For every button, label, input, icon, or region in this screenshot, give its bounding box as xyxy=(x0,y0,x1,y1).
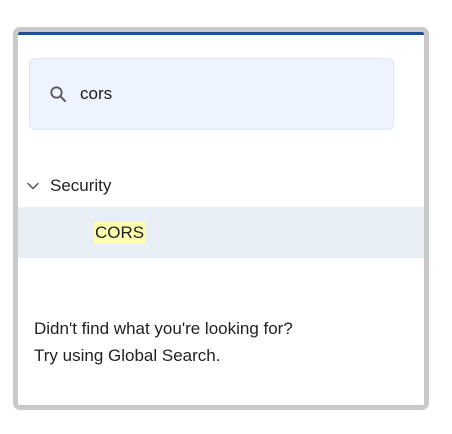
global-search-hint: Try using Global Search. xyxy=(34,346,221,365)
quick-find-panel: Security CORS Didn't find what you're lo… xyxy=(13,27,429,410)
search-icon xyxy=(48,84,68,104)
quick-find-search-box[interactable] xyxy=(29,58,394,130)
tree-item-cors[interactable]: CORS xyxy=(18,207,424,258)
tree-group-security[interactable]: Security xyxy=(18,166,424,206)
no-results-line-1: Didn't find what you're looking for? xyxy=(34,319,293,338)
quick-find-input[interactable] xyxy=(80,84,370,104)
tree-item-label-highlighted[interactable]: CORS xyxy=(94,221,146,244)
tree-group-label: Security xyxy=(50,176,112,195)
no-results-message: Didn't find what you're looking for? Try… xyxy=(34,315,414,369)
panel-accent-bar xyxy=(18,32,424,35)
chevron-down-icon[interactable] xyxy=(25,178,41,194)
